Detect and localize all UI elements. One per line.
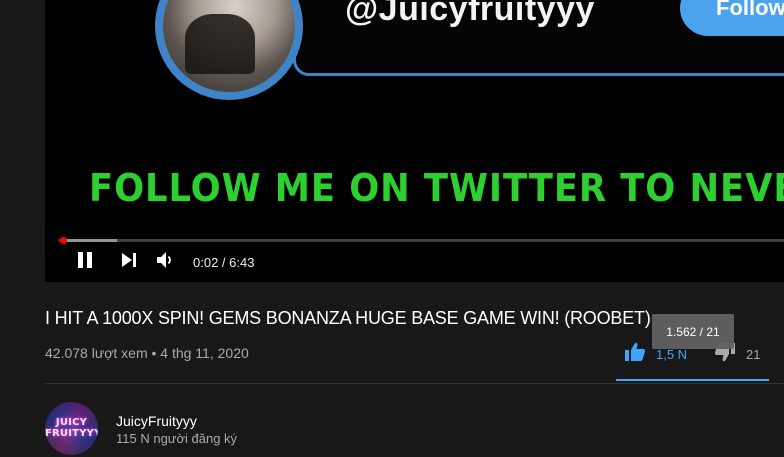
video-meta: 42.078 lượt xem • 4 thg 11, 2020 [45, 345, 249, 361]
subscriber-count: 115 N người đăng ký [116, 431, 238, 446]
video-title: I HIT A 1000X SPIN! GEMS BONANZA HUGE BA… [45, 308, 651, 328]
pause-icon [76, 251, 94, 274]
like-ratio-tooltip: 1.562 / 21 [652, 314, 734, 349]
dislike-count: 21 [746, 346, 761, 362]
progress-scrubber[interactable] [59, 237, 67, 244]
overlay-handle-text: @Juicyfruityyy [345, 0, 595, 28]
overlay-banner-text: FOLLOW ME ON TWITTER TO NEVER MISS [89, 166, 784, 210]
section-divider [45, 383, 784, 384]
skip-next-icon [121, 252, 137, 273]
video-player[interactable]: @Juicyfruityyy Follow FOLLOW ME ON TWITT… [45, 0, 784, 282]
channel-name[interactable]: JuicyFruityyy [116, 413, 197, 429]
thumbs-up-icon [624, 342, 646, 367]
like-ratio-bar [616, 379, 769, 381]
volume-button[interactable] [156, 251, 176, 274]
pause-button[interactable] [76, 251, 94, 274]
overlay-follow-button: Follow [680, 0, 784, 36]
overlay-profile-photo [155, 0, 303, 100]
time-display: 0:02 / 6:43 [193, 254, 255, 270]
channel-avatar[interactable]: JUICY FRUITYYY [45, 402, 98, 455]
next-button[interactable] [121, 252, 137, 272]
progress-bar[interactable] [59, 237, 784, 244]
volume-icon [156, 251, 176, 274]
progress-buffered [59, 239, 117, 242]
channel-avatar-logo: JUICY FRUITYYY [45, 417, 98, 439]
